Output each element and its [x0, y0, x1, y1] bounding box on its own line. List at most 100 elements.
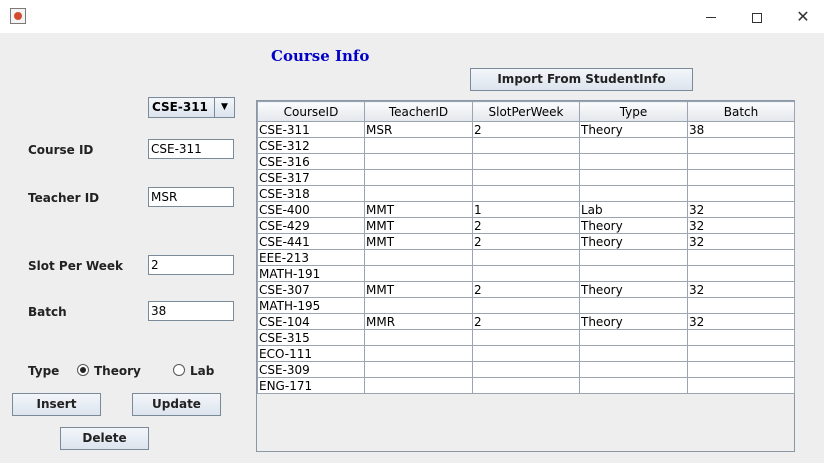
table-cell[interactable]: 32: [687, 201, 795, 218]
table-cell[interactable]: CSE-429: [257, 217, 365, 234]
table-cell[interactable]: [687, 265, 795, 282]
table-cell[interactable]: Theory: [579, 121, 688, 138]
table-cell[interactable]: CSE-317: [257, 169, 365, 186]
table-cell[interactable]: MMT: [364, 281, 473, 298]
table-cell[interactable]: [687, 345, 795, 362]
table-cell[interactable]: [364, 297, 473, 314]
table-cell[interactable]: [364, 169, 473, 186]
course-id-field[interactable]: [148, 139, 234, 159]
close-button[interactable]: ✕: [780, 0, 824, 33]
table-cell[interactable]: 2: [472, 217, 580, 234]
table-cell[interactable]: 2: [472, 313, 580, 330]
table-cell[interactable]: [687, 185, 795, 202]
delete-button[interactable]: Delete: [60, 427, 149, 450]
table-cell[interactable]: [364, 153, 473, 170]
update-button[interactable]: Update: [132, 393, 221, 416]
table-cell[interactable]: Theory: [579, 281, 688, 298]
table-cell[interactable]: CSE-312: [257, 137, 365, 154]
table-cell[interactable]: MMT: [364, 233, 473, 250]
table-cell[interactable]: ECO-111: [257, 345, 365, 362]
course-select[interactable]: CSE-311 ▼: [148, 97, 235, 118]
import-from-studentinfo-button[interactable]: Import From StudentInfo: [470, 68, 693, 91]
column-header-teacherid[interactable]: TeacherID: [364, 101, 473, 122]
table-cell[interactable]: [364, 265, 473, 282]
table-cell[interactable]: [687, 361, 795, 378]
column-header-courseid[interactable]: CourseID: [257, 101, 365, 122]
table-cell[interactable]: [472, 377, 580, 394]
table-cell[interactable]: [579, 265, 688, 282]
table-cell[interactable]: [579, 169, 688, 186]
table-cell[interactable]: MMT: [364, 201, 473, 218]
table-cell[interactable]: 2: [472, 121, 580, 138]
table-cell[interactable]: 2: [472, 233, 580, 250]
table-cell[interactable]: [472, 185, 580, 202]
table-cell[interactable]: CSE-315: [257, 329, 365, 346]
table-cell[interactable]: 32: [687, 233, 795, 250]
table-cell[interactable]: [579, 345, 688, 362]
table-row[interactable]: ENG-171: [257, 377, 795, 394]
table-cell[interactable]: MATH-195: [257, 297, 365, 314]
table-cell[interactable]: CSE-441: [257, 233, 365, 250]
table-cell[interactable]: MMT: [364, 217, 473, 234]
table-row[interactable]: CSE-400 MMT 1 Lab 32: [257, 201, 795, 218]
table-cell[interactable]: Theory: [579, 217, 688, 234]
table-cell[interactable]: [687, 249, 795, 266]
teacher-id-field[interactable]: [148, 187, 234, 207]
column-header-batch[interactable]: Batch: [687, 101, 795, 122]
table-row[interactable]: CSE-429 MMT 2 Theory 32: [257, 217, 795, 234]
maximize-button[interactable]: [734, 0, 780, 33]
table-cell[interactable]: 32: [687, 281, 795, 298]
table-cell[interactable]: [579, 153, 688, 170]
table-cell[interactable]: [687, 297, 795, 314]
table-cell[interactable]: 38: [687, 121, 795, 138]
table-cell[interactable]: [472, 329, 580, 346]
table-cell[interactable]: [579, 297, 688, 314]
table-row[interactable]: CSE-441 MMT 2 Theory 32: [257, 233, 795, 250]
course-table[interactable]: CourseID TeacherID SlotPerWeek Type Batc…: [256, 100, 795, 452]
table-cell[interactable]: [579, 249, 688, 266]
table-cell[interactable]: EEE-213: [257, 249, 365, 266]
table-cell[interactable]: MMR: [364, 313, 473, 330]
table-cell[interactable]: [472, 249, 580, 266]
table-cell[interactable]: [579, 185, 688, 202]
table-cell[interactable]: 1: [472, 201, 580, 218]
table-cell[interactable]: MATH-191: [257, 265, 365, 282]
column-header-slotperweek[interactable]: SlotPerWeek: [472, 101, 580, 122]
lab-radio[interactable]: [173, 364, 185, 376]
theory-radio-label[interactable]: Theory: [94, 364, 141, 378]
table-row[interactable]: CSE-316: [257, 153, 795, 170]
table-cell[interactable]: Theory: [579, 233, 688, 250]
table-row[interactable]: CSE-317: [257, 169, 795, 186]
table-row[interactable]: CSE-318: [257, 185, 795, 202]
table-cell[interactable]: [687, 153, 795, 170]
batch-field[interactable]: [148, 301, 234, 321]
table-cell[interactable]: [472, 153, 580, 170]
table-cell[interactable]: [364, 377, 473, 394]
table-row[interactable]: MATH-191: [257, 265, 795, 282]
table-cell[interactable]: CSE-309: [257, 361, 365, 378]
lab-radio-label[interactable]: Lab: [190, 364, 214, 378]
table-cell[interactable]: 32: [687, 313, 795, 330]
table-cell[interactable]: [579, 329, 688, 346]
minimize-button[interactable]: [688, 0, 734, 33]
theory-radio[interactable]: [77, 364, 89, 376]
table-cell[interactable]: Lab: [579, 201, 688, 218]
table-row[interactable]: CSE-309: [257, 361, 795, 378]
table-row[interactable]: CSE-312: [257, 137, 795, 154]
table-row[interactable]: CSE-311 MSR 2 Theory 38: [257, 121, 795, 138]
insert-button[interactable]: Insert: [12, 393, 101, 416]
table-cell[interactable]: CSE-318: [257, 185, 365, 202]
table-cell[interactable]: [364, 329, 473, 346]
table-cell[interactable]: [579, 361, 688, 378]
table-cell[interactable]: Theory: [579, 313, 688, 330]
table-cell[interactable]: CSE-400: [257, 201, 365, 218]
table-row[interactable]: CSE-104 MMR 2 Theory 32: [257, 313, 795, 330]
table-cell[interactable]: CSE-311: [257, 121, 365, 138]
table-row[interactable]: ECO-111: [257, 345, 795, 362]
table-cell[interactable]: [579, 137, 688, 154]
table-cell[interactable]: [687, 377, 795, 394]
table-row[interactable]: MATH-195: [257, 297, 795, 314]
table-cell[interactable]: [472, 265, 580, 282]
table-cell[interactable]: [364, 249, 473, 266]
table-cell[interactable]: CSE-316: [257, 153, 365, 170]
